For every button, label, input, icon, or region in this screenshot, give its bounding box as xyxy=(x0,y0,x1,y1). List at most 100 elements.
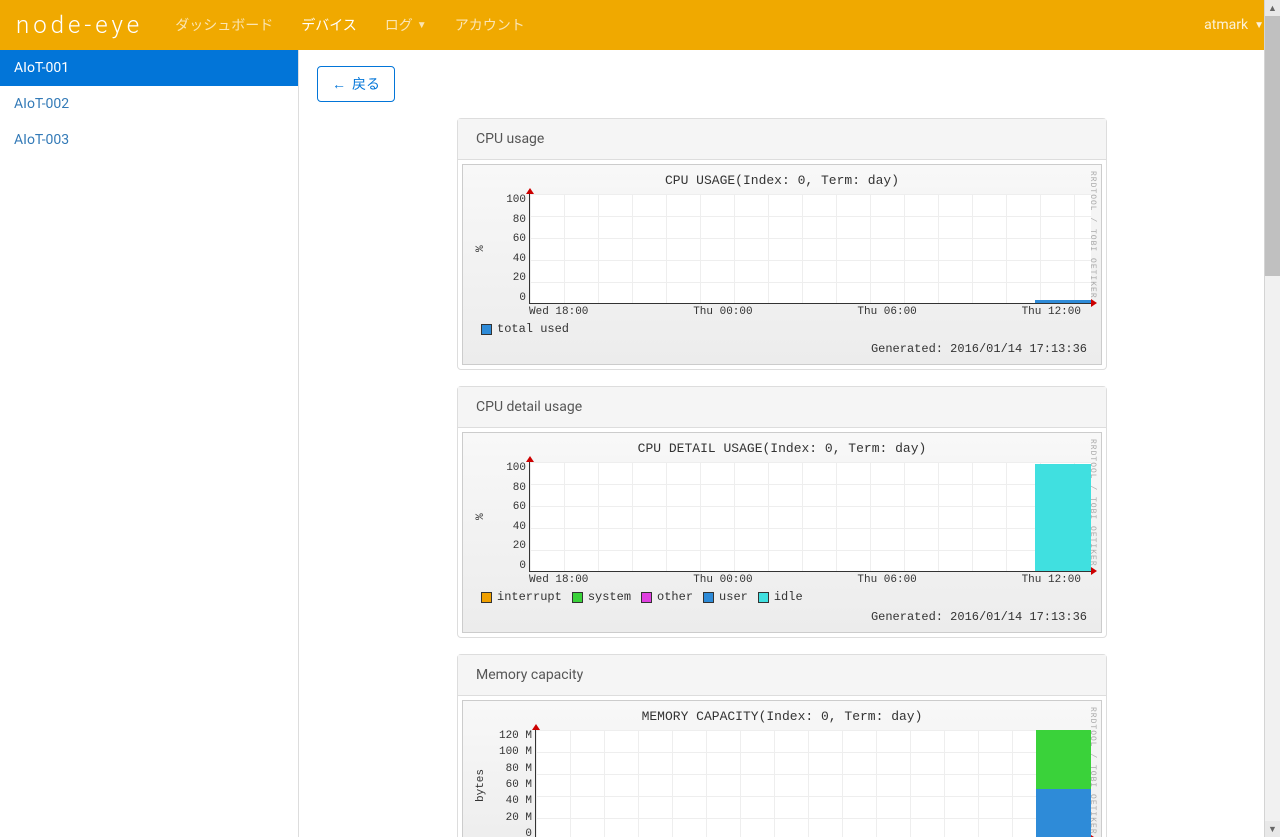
scroll-down-button[interactable]: ▼ xyxy=(1265,821,1280,837)
series-idle xyxy=(1035,464,1091,571)
legend-item: other xyxy=(641,590,693,604)
caret-down-icon: ▼ xyxy=(417,20,427,31)
chart-cpu-usage: RRDTOOL / TOBI OETIKER CPU USAGE(Index: … xyxy=(462,164,1102,365)
plot-area xyxy=(529,462,1091,572)
legend-item: total used xyxy=(481,322,569,336)
legend: total used xyxy=(473,318,1091,336)
content-layout: AIoT-001 AIoT-002 AIoT-003 ← 戻る CPU usag… xyxy=(0,50,1280,837)
chart-title: CPU DETAIL USAGE(Index: 0, Term: day) xyxy=(473,439,1091,462)
swatch-icon xyxy=(703,592,714,603)
ytick: 0 xyxy=(519,292,526,304)
legend-label: total used xyxy=(497,322,569,336)
ytick: 40 M xyxy=(506,795,532,807)
main-content: ← 戻る CPU usage RRDTOOL / TOBI OETIKER CP… xyxy=(299,50,1280,837)
sidebar-item-aiot-001[interactable]: AIoT-001 xyxy=(0,50,298,86)
y-axis-label: % xyxy=(473,194,489,304)
y-ticks: 120 M 100 M 80 M 60 M 40 M 20 M 0 xyxy=(489,730,535,837)
xtick: Thu 06:00 xyxy=(857,306,916,318)
nav-account[interactable]: アカウント xyxy=(441,0,539,50)
series-lower xyxy=(1036,789,1092,837)
back-button[interactable]: ← 戻る xyxy=(317,66,395,102)
ytick: 80 xyxy=(513,214,526,226)
ytick: 20 xyxy=(513,272,526,284)
x-ticks: Wed 18:00 Thu 00:00 Thu 06:00 Thu 12:00 xyxy=(529,304,1081,318)
panel-cpu-usage: CPU usage RRDTOOL / TOBI OETIKER CPU USA… xyxy=(457,118,1107,370)
chart-title: MEMORY CAPACITY(Index: 0, Term: day) xyxy=(473,707,1091,730)
scroll-up-button[interactable]: ▲ xyxy=(1265,0,1280,16)
legend-label: system xyxy=(588,590,631,604)
vertical-scrollbar[interactable]: ▲ ▼ xyxy=(1264,0,1280,837)
legend-item: system xyxy=(572,590,631,604)
panel-header: Memory capacity xyxy=(458,655,1106,696)
ytick: 60 xyxy=(513,233,526,245)
plot-area xyxy=(535,730,1091,837)
panel-body: RRDTOOL / TOBI OETIKER CPU USAGE(Index: … xyxy=(458,160,1106,369)
legend-item: interrupt xyxy=(481,590,562,604)
xtick: Thu 12:00 xyxy=(1022,306,1081,318)
ytick: 100 M xyxy=(499,746,532,758)
xtick: Wed 18:00 xyxy=(529,306,588,318)
back-button-label: 戻る xyxy=(352,74,380,94)
xtick: Thu 12:00 xyxy=(1022,574,1081,586)
plot-area xyxy=(529,194,1091,304)
y-axis-label: bytes xyxy=(473,730,489,837)
ytick: 0 xyxy=(519,560,526,572)
xtick: Thu 00:00 xyxy=(693,574,752,586)
generated-timestamp: Generated: 2016/01/14 17:13:36 xyxy=(473,604,1091,626)
xtick: Wed 18:00 xyxy=(529,574,588,586)
generated-timestamp: Generated: 2016/01/14 17:13:36 xyxy=(473,336,1091,358)
ytick: 100 xyxy=(506,462,526,474)
sidebar-item-aiot-002[interactable]: AIoT-002 xyxy=(0,86,298,122)
y-ticks: 100 80 60 40 20 0 xyxy=(489,194,529,304)
ytick: 80 xyxy=(513,482,526,494)
panel-body: RRDTOOL / TOBI OETIKER CPU DETAIL USAGE(… xyxy=(458,428,1106,637)
panel-header: CPU usage xyxy=(458,119,1106,160)
nav-dashboard[interactable]: ダッシュボード xyxy=(161,0,287,50)
y-axis-label: % xyxy=(473,462,489,572)
user-name: atmark xyxy=(1204,17,1248,33)
caret-down-icon: ▼ xyxy=(1254,20,1264,31)
ytick: 100 xyxy=(506,194,526,206)
panel-memory-capacity: Memory capacity RRDTOOL / TOBI OETIKER M… xyxy=(457,654,1107,837)
swatch-icon xyxy=(481,592,492,603)
chart-cpu-detail: RRDTOOL / TOBI OETIKER CPU DETAIL USAGE(… xyxy=(462,432,1102,633)
nav-log[interactable]: ログ ▼ xyxy=(371,0,441,50)
legend-label: other xyxy=(657,590,693,604)
ytick: 120 M xyxy=(499,730,532,742)
scroll-thumb[interactable] xyxy=(1265,16,1280,276)
legend: interrupt system other user idle xyxy=(473,586,1091,604)
panel-body: RRDTOOL / TOBI OETIKER MEMORY CAPACITY(I… xyxy=(458,696,1106,837)
sidebar-item-aiot-003[interactable]: AIoT-003 xyxy=(0,122,298,158)
panel-header: CPU detail usage xyxy=(458,387,1106,428)
nav-device[interactable]: デバイス xyxy=(287,0,371,50)
ytick: 0 xyxy=(525,828,532,837)
top-navbar: node-eye ダッシュボード デバイス ログ ▼ アカウント atmark … xyxy=(0,0,1280,50)
ytick: 60 M xyxy=(506,779,532,791)
swatch-icon xyxy=(758,592,769,603)
swatch-icon xyxy=(641,592,652,603)
xtick: Thu 00:00 xyxy=(693,306,752,318)
ytick: 80 M xyxy=(506,763,532,775)
swatch-icon xyxy=(572,592,583,603)
chart-memory-capacity: RRDTOOL / TOBI OETIKER MEMORY CAPACITY(I… xyxy=(462,700,1102,837)
legend-item: idle xyxy=(758,590,803,604)
chart-title: CPU USAGE(Index: 0, Term: day) xyxy=(473,171,1091,194)
device-sidebar: AIoT-001 AIoT-002 AIoT-003 xyxy=(0,50,299,837)
arrow-left-icon: ← xyxy=(332,76,346,92)
legend-label: idle xyxy=(774,590,803,604)
ytick: 60 xyxy=(513,501,526,513)
brand-logo[interactable]: node-eye xyxy=(16,11,143,39)
y-ticks: 100 80 60 40 20 0 xyxy=(489,462,529,572)
legend-label: user xyxy=(719,590,748,604)
swatch-icon xyxy=(481,324,492,335)
x-ticks: Wed 18:00 Thu 00:00 Thu 06:00 Thu 12:00 xyxy=(529,572,1081,586)
user-menu[interactable]: atmark ▼ xyxy=(1204,17,1264,33)
ytick: 40 xyxy=(513,253,526,265)
legend-item: user xyxy=(703,590,748,604)
ytick: 20 M xyxy=(506,812,532,824)
nav-log-label: ログ xyxy=(385,15,413,35)
ytick: 20 xyxy=(513,540,526,552)
panel-cpu-detail: CPU detail usage RRDTOOL / TOBI OETIKER … xyxy=(457,386,1107,638)
series-total-used xyxy=(1035,300,1091,303)
xtick: Thu 06:00 xyxy=(857,574,916,586)
